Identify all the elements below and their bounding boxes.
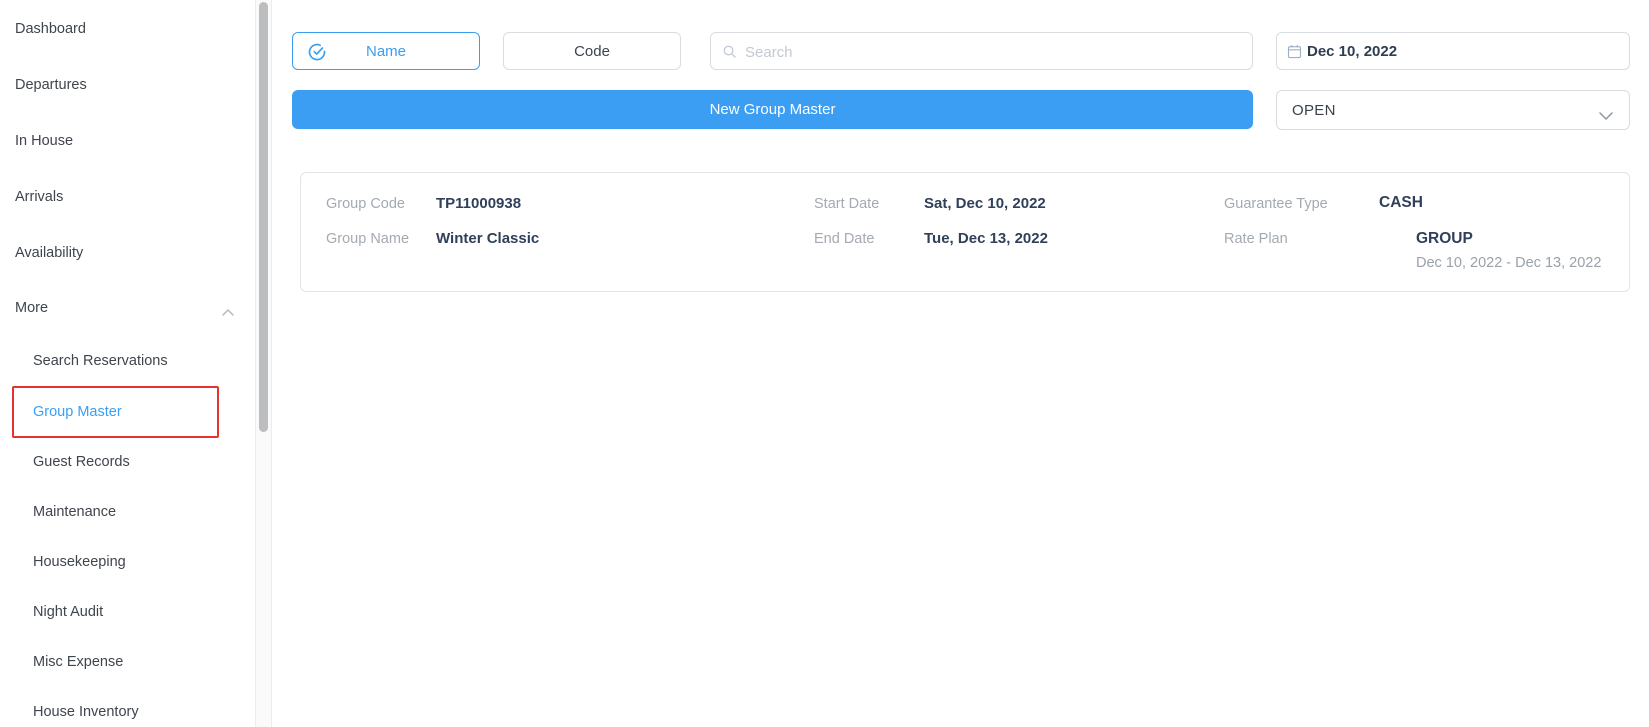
new-group-master-label: New Group Master — [710, 101, 836, 118]
group-master-card[interactable]: Group Code TP11000938 Group Name Winter … — [300, 172, 1630, 292]
chevron-down-icon — [1599, 107, 1613, 125]
group-name-label: Group Name — [326, 230, 409, 249]
sidebar-item-arrivals[interactable]: Arrivals — [15, 187, 63, 207]
search-input[interactable] — [743, 34, 1247, 70]
rate-plan-label: Rate Plan — [1224, 230, 1288, 249]
name-filter-button[interactable]: Name — [292, 32, 480, 70]
calendar-icon — [1287, 44, 1302, 64]
sidebar-item-departures[interactable]: Departures — [15, 75, 87, 95]
status-select-value: OPEN — [1292, 102, 1336, 119]
sidebar-item-dashboard[interactable]: Dashboard — [15, 19, 86, 39]
start-date-value: Sat, Dec 10, 2022 — [924, 194, 1046, 213]
search-icon — [722, 44, 737, 64]
code-filter-label: Code — [574, 43, 610, 60]
end-date-label: End Date — [814, 230, 874, 249]
guarantee-type-value: CASH — [1379, 193, 1423, 212]
rate-plan-value: GROUP — [1416, 229, 1473, 248]
sidebar-item-maintenance[interactable]: Maintenance — [33, 502, 116, 522]
sidebar-item-group-master[interactable]: Group Master — [33, 402, 122, 422]
end-date-value: Tue, Dec 13, 2022 — [924, 229, 1048, 248]
sidebar-item-availability[interactable]: Availability — [15, 243, 83, 263]
sidebar-scrollbar-track — [255, 0, 272, 727]
new-group-master-button[interactable]: New Group Master — [292, 90, 1253, 129]
group-name-value: Winter Classic — [436, 229, 539, 248]
code-filter-button[interactable]: Code — [503, 32, 681, 70]
sidebar-item-more[interactable]: More — [15, 298, 48, 318]
status-select[interactable]: OPEN — [1276, 90, 1630, 130]
group-code-label: Group Code — [326, 195, 405, 214]
date-picker-value: Dec 10, 2022 — [1307, 43, 1397, 60]
sidebar-item-misc-expense[interactable]: Misc Expense — [33, 652, 123, 672]
search-box — [710, 32, 1253, 70]
sidebar-item-house-inventory[interactable]: House Inventory — [33, 702, 139, 722]
sidebar-item-search-reservations[interactable]: Search Reservations — [33, 351, 168, 371]
sidebar-item-night-audit[interactable]: Night Audit — [33, 602, 103, 622]
sidebar-scrollbar-thumb[interactable] — [259, 2, 268, 432]
sidebar-item-guest-records[interactable]: Guest Records — [33, 452, 130, 472]
chevron-up-icon — [222, 303, 234, 321]
sidebar-item-housekeeping[interactable]: Housekeeping — [33, 552, 126, 572]
date-picker[interactable]: Dec 10, 2022 — [1276, 32, 1630, 70]
start-date-label: Start Date — [814, 195, 879, 214]
sidebar-item-in-house[interactable]: In House — [15, 131, 73, 151]
rate-plan-date-range: Dec 10, 2022 - Dec 13, 2022 — [1416, 254, 1601, 273]
group-master-screen: Dashboard Departures In House Arrivals A… — [0, 0, 1649, 727]
guarantee-type-label: Guarantee Type — [1224, 195, 1328, 214]
name-filter-label: Name — [366, 43, 406, 60]
group-code-value: TP11000938 — [436, 194, 521, 213]
check-circle-icon — [307, 42, 327, 66]
sidebar: Dashboard Departures In House Arrivals A… — [0, 0, 255, 727]
